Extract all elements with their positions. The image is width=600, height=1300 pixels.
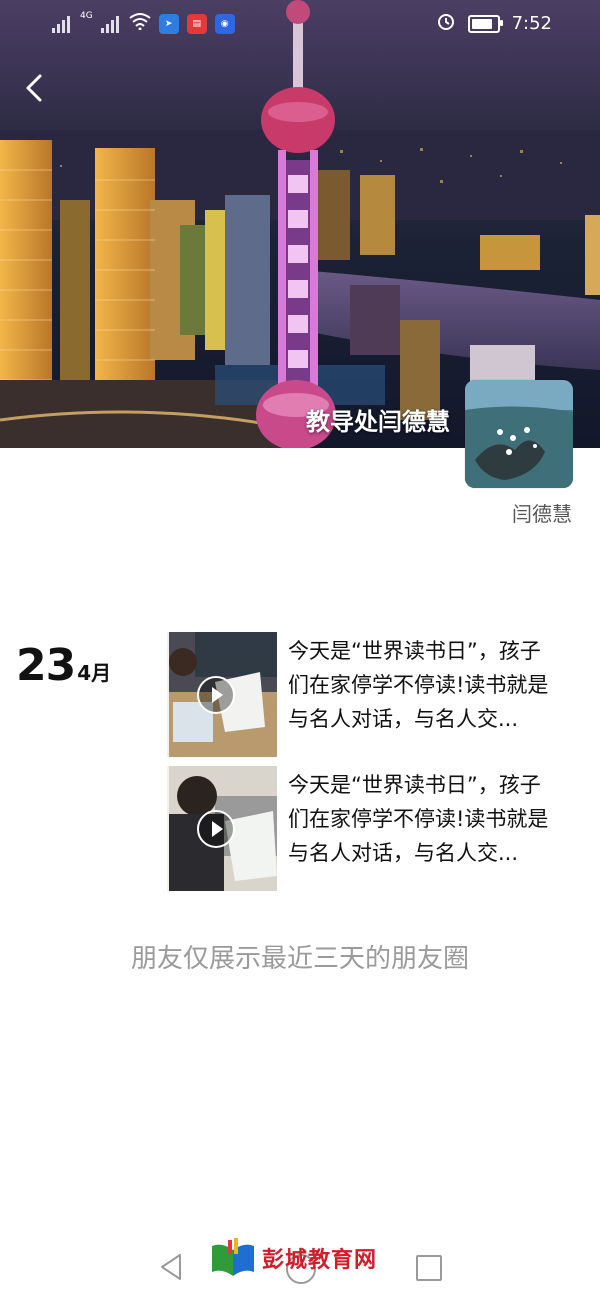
video-thumbnail[interactable] — [155, 632, 277, 757]
post-text-line: 与名人对话，与名人交... — [288, 707, 519, 731]
post-text: 今天是“世界读书日”，孩子 们在家停学不停读!读书就是 与名人对话，与名人交..… — [288, 768, 578, 870]
triangle-back-icon — [161, 1254, 181, 1280]
alarm-icon — [436, 11, 456, 36]
back-button[interactable] — [18, 70, 54, 106]
cover-caption: 教导处闫德慧 — [306, 408, 450, 436]
book-logo-icon — [212, 1238, 254, 1276]
play-icon — [197, 810, 235, 848]
post-text-line: 与名人对话，与名人交... — [288, 841, 519, 865]
watermark-text: 彭城教育网 — [262, 1248, 378, 1273]
nav-recents-button[interactable] — [416, 1255, 442, 1281]
post-date: 23 4月 — [16, 640, 111, 691]
post-text-line: 今天是“世界读书日”，孩子 — [288, 639, 541, 663]
post-text: 今天是“世界读书日”，孩子 们在家停学不停读!读书就是 与名人对话，与名人交..… — [288, 634, 578, 736]
watermark-logo: 彭城教育网 — [210, 1238, 377, 1278]
date-month: 4月 — [77, 661, 112, 685]
list-item[interactable]: 今天是“世界读书日”，孩子 们在家停学不停读!读书就是 与名人对话，与名人交..… — [155, 766, 585, 891]
post-text-line: 今天是“世界读书日”，孩子 — [288, 773, 541, 797]
signal-icon — [52, 15, 72, 33]
play-icon — [197, 676, 235, 714]
visibility-notice: 朋友仅展示最近三天的朋友圈 — [130, 944, 469, 974]
avatar[interactable] — [465, 380, 573, 488]
news-app-icon: ▤ — [186, 13, 207, 34]
list-item[interactable]: 今天是“世界读书日”，孩子 们在家停学不停读!读书就是 与名人对话，与名人交..… — [155, 632, 585, 757]
browser-app-icon: ➤ — [158, 13, 179, 34]
clock-time: 7:52 — [511, 13, 552, 34]
profile-name: 闫德慧 — [512, 502, 572, 526]
network-type: 4G — [80, 10, 93, 21]
baidu-app-icon: ◉ — [214, 13, 235, 34]
nav-back-button[interactable] — [158, 1252, 184, 1286]
signal-icon-2 — [100, 15, 121, 33]
battery-icon — [467, 14, 503, 33]
chevron-left-icon — [26, 74, 42, 102]
status-bar: 4G ➤ ▤ ◉ 7:52 — [0, 0, 600, 48]
post-text-line: 们在家停学不停读!读书就是 — [288, 807, 549, 831]
post-text-line: 们在家停学不停读!读书就是 — [288, 673, 549, 697]
date-day: 23 — [16, 640, 76, 691]
video-thumbnail[interactable] — [155, 766, 277, 891]
wifi-icon — [129, 12, 151, 35]
avatar-image — [465, 380, 573, 488]
